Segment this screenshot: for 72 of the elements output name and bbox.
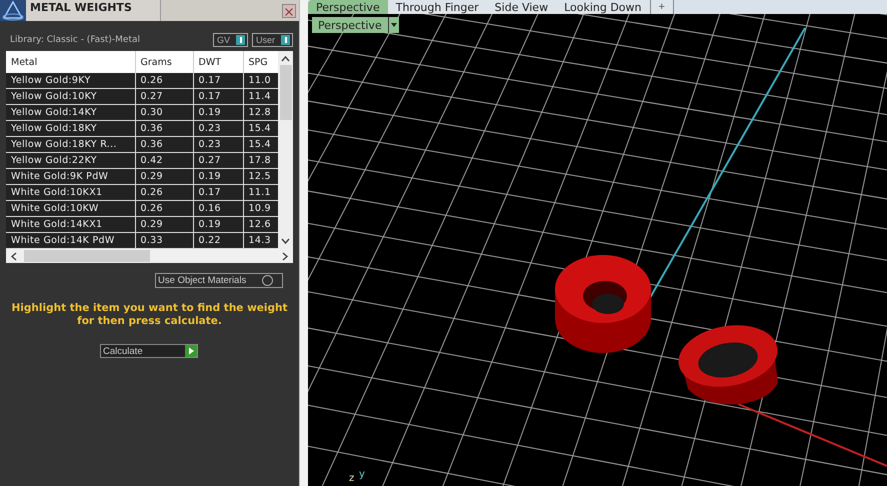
table-cell: 11.4	[243, 88, 278, 104]
library-label: Library: Classic - (Fast)-Metal	[10, 35, 140, 45]
table-cell: 0.26	[135, 73, 193, 88]
logo-icon	[0, 0, 26, 21]
toggle-switch[interactable]: GV	[213, 33, 248, 47]
table-cell: 12.8	[243, 104, 278, 120]
table-cell: 0.19	[193, 104, 243, 120]
add-tab-button[interactable]: +	[650, 0, 674, 14]
window-title: METAL WEIGHTS	[26, 0, 161, 21]
table-cell: 0.19	[193, 216, 243, 232]
table-cell: White Gold:10KW	[6, 200, 135, 216]
table-cell: 15.4	[243, 120, 278, 136]
table-cell: White Gold:10KX1	[6, 184, 135, 200]
scroll-thumb[interactable]	[24, 250, 150, 262]
table-cell: Yellow Gold:18KY	[6, 120, 135, 136]
caret-icon	[388, 17, 399, 33]
table-cell: 0.22	[193, 232, 243, 248]
column-header[interactable]: DWT	[193, 51, 243, 73]
vertical-scrollbar[interactable]	[278, 51, 294, 249]
table-cell: Yellow Gold:18KY R...	[6, 136, 135, 152]
table-cell: White Gold:14K PdW	[6, 232, 135, 248]
table-cell: 0.36	[135, 136, 193, 152]
column-header[interactable]: Metal	[6, 51, 135, 73]
calculate-button[interactable]: Calculate	[100, 344, 198, 358]
table-cell: 0.19	[193, 168, 243, 184]
table-cell: 11.0	[243, 73, 278, 88]
table-cell: 0.23	[193, 120, 243, 136]
table-cell: 0.16	[193, 200, 243, 216]
table-cell: Yellow Gold:14KY	[6, 104, 135, 120]
close-button[interactable]	[282, 4, 296, 18]
radio-button[interactable]	[262, 275, 274, 286]
table-cell: White Gold:14KX1	[6, 216, 135, 232]
view-tab[interactable]: Perspective	[308, 0, 388, 14]
view-tab[interactable]: Through Finger	[388, 0, 487, 14]
scroll-thumb[interactable]	[280, 65, 292, 120]
table-cell: 0.17	[193, 88, 243, 104]
use-object-materials-option[interactable]: Use Object Materials	[155, 273, 284, 288]
table-cell: 11.1	[243, 184, 278, 200]
table-cell: 0.26	[135, 184, 193, 200]
table-cell: 17.8	[243, 152, 278, 168]
table-cell: Yellow Gold:22KY	[6, 152, 135, 168]
axis-label: z	[349, 473, 354, 484]
axis-label: y	[359, 469, 365, 480]
instruction-text: Highlight the item you want to find the weight for then press calculate.	[10, 302, 289, 328]
table-cell: 0.17	[193, 73, 243, 88]
table-cell: White Gold:9K PdW	[6, 168, 135, 184]
table-cell: 0.29	[135, 216, 193, 232]
toggle-switch[interactable]: User	[252, 33, 294, 47]
table-cell: 0.23	[193, 136, 243, 152]
table-cell: Yellow Gold:10KY	[6, 88, 135, 104]
view-tab[interactable]: Looking Down	[556, 0, 650, 14]
table-cell: 0.27	[193, 152, 243, 168]
table-cell: Yellow Gold:9KY	[6, 73, 135, 88]
horizontal-scrollbar[interactable]	[6, 249, 294, 263]
view-tab[interactable]: Side View	[486, 0, 556, 14]
column-header[interactable]: Grams	[135, 51, 193, 73]
table-cell: 0.33	[135, 232, 193, 248]
view-dropdown[interactable]: Perspective	[312, 17, 399, 33]
table-cell: 15.4	[243, 136, 278, 152]
table-cell: 10.9	[243, 200, 278, 216]
table-cell: 12.6	[243, 216, 278, 232]
column-header[interactable]: SPG	[243, 51, 278, 73]
table-cell: 0.42	[135, 152, 193, 168]
table-cell: 0.17	[193, 184, 243, 200]
table-cell: 12.5	[243, 168, 278, 184]
table-cell: 0.36	[135, 120, 193, 136]
table-cell: 0.30	[135, 104, 193, 120]
table-cell: 0.26	[135, 200, 193, 216]
table-cell: 0.27	[135, 88, 193, 104]
play-icon	[185, 345, 197, 357]
table-cell: 0.29	[135, 168, 193, 184]
table-cell: 14.3	[243, 232, 278, 248]
